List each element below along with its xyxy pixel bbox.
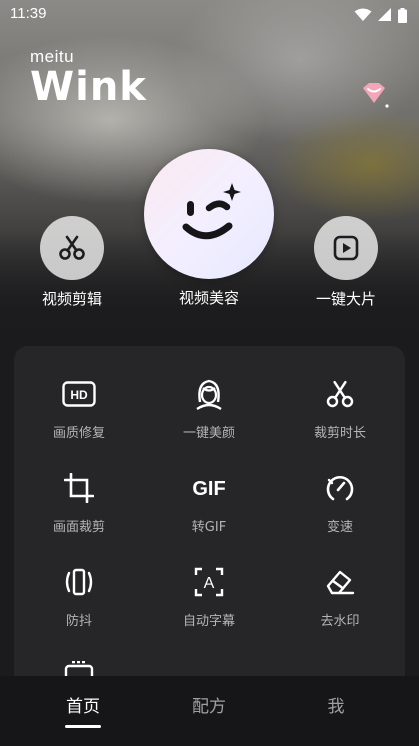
gif-icon: GIF: [192, 478, 225, 500]
nav-recipe[interactable]: 配方: [169, 692, 249, 717]
nav-recipe-label: 配方: [192, 697, 226, 717]
tool-label: 去水印: [320, 614, 360, 629]
svg-text:HD: HD: [70, 388, 88, 402]
status-time: 11:39: [10, 5, 47, 22]
wink-face-icon: [182, 183, 241, 240]
stabilize-icon: [65, 568, 93, 596]
tool-label: 一键美颜: [182, 426, 235, 441]
battery-icon: [398, 7, 407, 23]
tool-label: 转GIF: [191, 520, 227, 535]
feature-label: 视频剪辑: [41, 290, 102, 308]
nav-active-indicator: [65, 725, 101, 728]
scissors-icon: [326, 380, 354, 408]
tool-quality-repair[interactable]: HD 画质修复: [14, 378, 144, 441]
tool-label: 变速: [326, 520, 353, 535]
tool-crop[interactable]: 画面裁剪: [14, 472, 144, 535]
bottom-nav: 首页 配方 我: [0, 676, 419, 746]
vip-diamond-icon[interactable]: [357, 82, 391, 112]
signal-icon: [378, 8, 391, 21]
tool-one-click-beauty[interactable]: 一键美颜: [144, 378, 274, 441]
tool-trim-duration[interactable]: 裁剪时长: [275, 378, 405, 441]
speed-gauge-icon: [326, 476, 354, 501]
tool-label: 自动字幕: [182, 614, 235, 629]
tool-label: 裁剪时长: [313, 426, 366, 441]
feature-label: 视频美容: [178, 289, 239, 307]
scissors-icon: [59, 235, 85, 260]
tool-label: 防抖: [65, 614, 92, 629]
video-edit-circle[interactable]: [40, 216, 104, 280]
face-beauty-icon: [196, 379, 222, 410]
svg-text:A: A: [204, 575, 215, 592]
nav-me[interactable]: 我: [296, 692, 376, 717]
tool-stabilize[interactable]: 防抖: [14, 566, 144, 629]
one-click-film-circle[interactable]: [314, 216, 378, 280]
feature-video-beauty[interactable]: 视频美容: [144, 149, 274, 308]
feature-video-edit[interactable]: 视频剪辑: [32, 216, 112, 309]
tool-label: 画质修复: [52, 426, 105, 441]
feature-one-click-film[interactable]: 一键大片: [306, 216, 386, 309]
nav-home[interactable]: 首页: [43, 692, 123, 728]
tool-remove-watermark[interactable]: 去水印: [275, 566, 405, 629]
eraser-icon: [326, 570, 355, 595]
tool-auto-subtitle[interactable]: A 自动字幕: [144, 566, 274, 629]
app-screen: 11:39 meitu Wink 视频剪辑 视频美容 一键大片 HD 画质修复 …: [0, 0, 419, 746]
tools-panel: HD 画质修复 一键美颜 裁剪时长 画面裁剪 GIF 转GIF 变速 防抖 A …: [14, 346, 405, 686]
video-beauty-circle[interactable]: [144, 149, 274, 279]
hd-icon: HD: [62, 381, 96, 407]
svg-text:GIF: GIF: [192, 478, 225, 500]
play-icon: [333, 235, 359, 261]
brand-wink: Wink: [30, 64, 147, 110]
nav-me-label: 我: [327, 697, 345, 717]
tool-label: 画面裁剪: [52, 520, 105, 535]
status-icons: [354, 7, 407, 23]
wifi-icon: [354, 8, 372, 21]
tool-speed[interactable]: 变速: [275, 472, 405, 535]
auto-subtitle-icon: A: [194, 567, 224, 597]
nav-home-label: 首页: [66, 697, 100, 717]
status-bar: 11:39: [0, 0, 419, 30]
feature-label: 一键大片: [315, 290, 376, 308]
tool-to-gif[interactable]: GIF 转GIF: [144, 472, 274, 535]
crop-icon: [64, 473, 94, 503]
brand-logo: meitu Wink: [30, 48, 147, 110]
